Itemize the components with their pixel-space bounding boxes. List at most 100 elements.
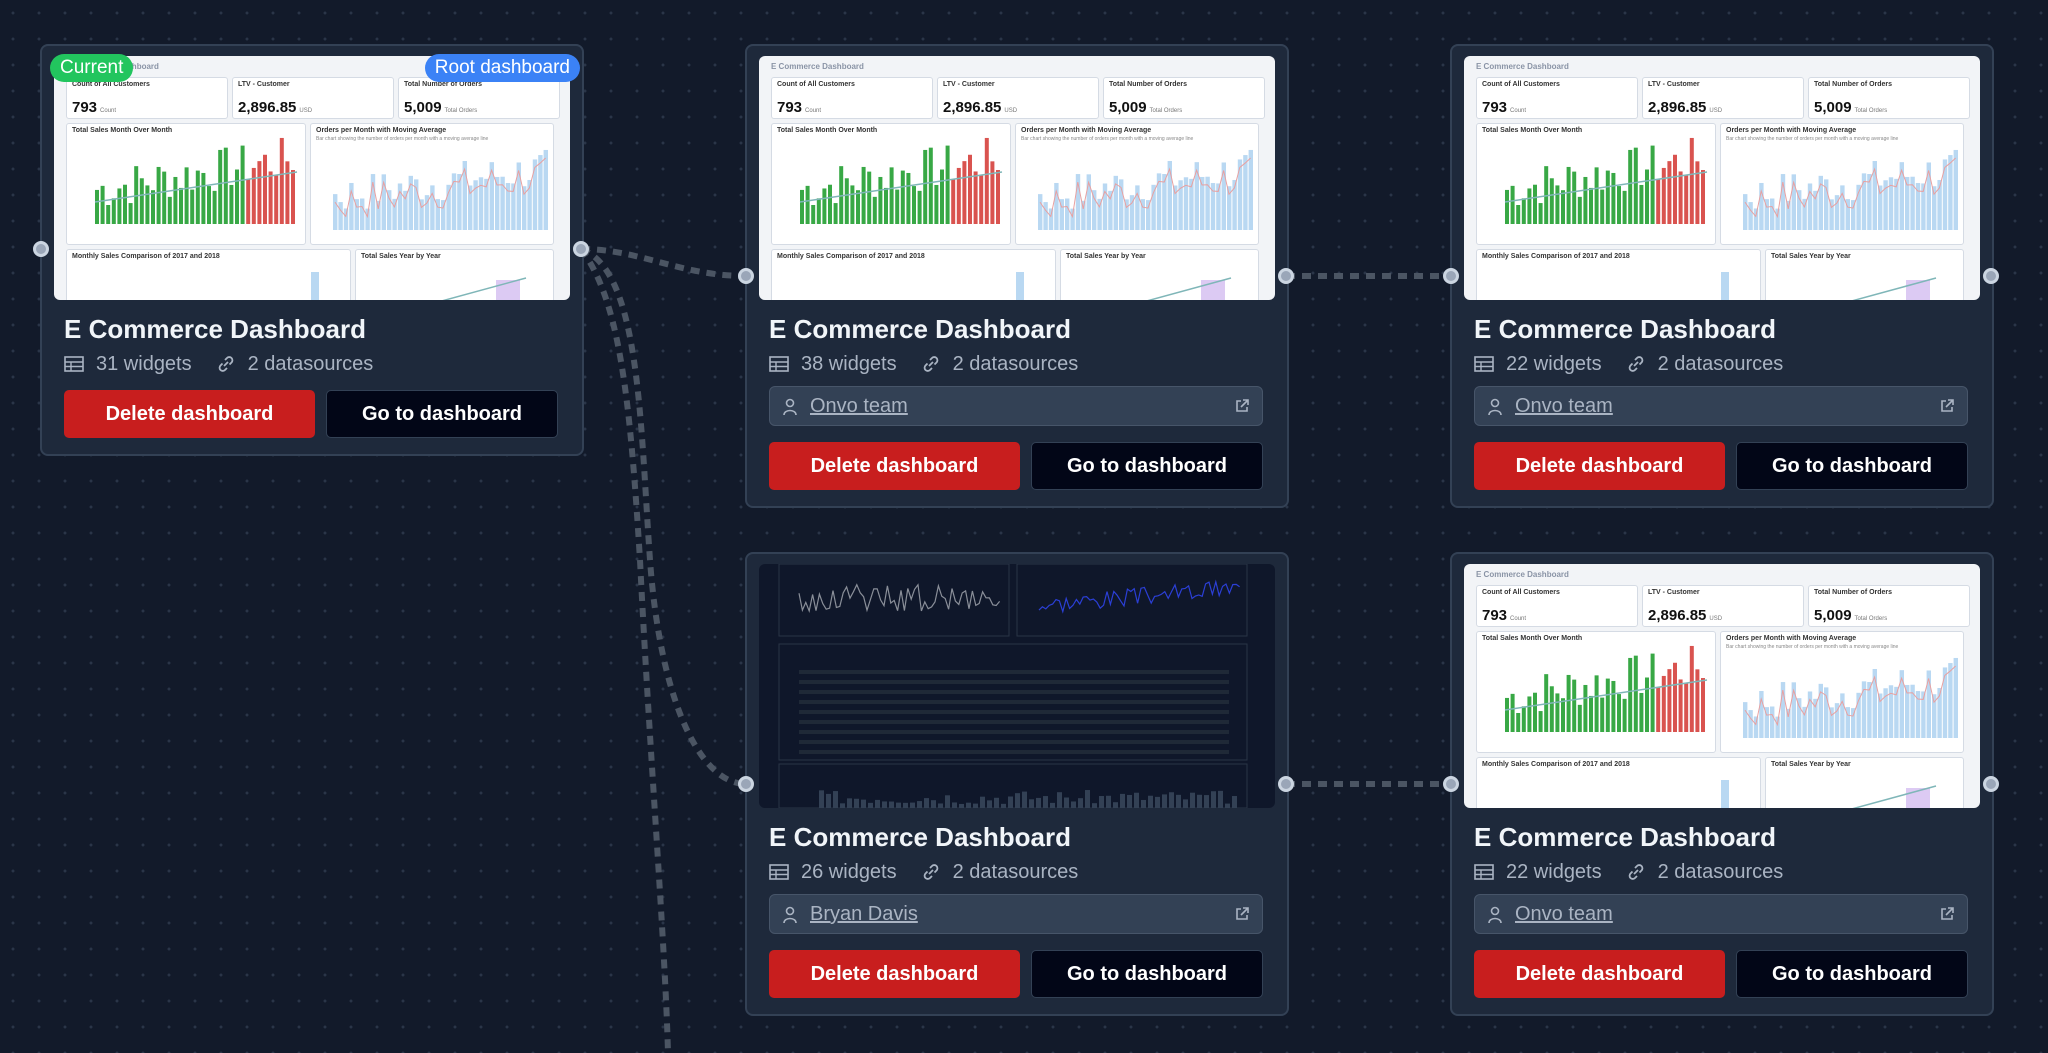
mini-bar xyxy=(1605,678,1610,732)
owner-row[interactable]: Onvo team xyxy=(1474,894,1968,934)
owner-link[interactable]: Onvo team xyxy=(810,395,908,418)
mini-bar xyxy=(1840,693,1845,738)
mini-yearly-chart xyxy=(1147,277,1232,300)
mini-bar xyxy=(167,196,172,224)
mini-bar xyxy=(1743,702,1748,738)
preview-kpi-unit: Total Orders xyxy=(1854,108,1888,114)
preview-kpi-card: LTV - Customer 2,896.85 USD xyxy=(232,77,394,119)
mini-bar xyxy=(952,802,957,808)
preview-kpi-value: 5,009 Total Orders xyxy=(1109,99,1183,116)
mini-bar xyxy=(1583,176,1588,224)
connection-handle-left[interactable] xyxy=(1443,268,1459,284)
connection-handle-right[interactable] xyxy=(1278,776,1294,792)
mini-bar xyxy=(861,166,866,224)
owner-link[interactable]: Bryan Davis xyxy=(810,903,918,926)
preview-kpi-value: 2,896.85 USD xyxy=(1648,607,1723,624)
mini-bar xyxy=(940,169,944,224)
mini-bar xyxy=(1589,187,1593,224)
mini-bar xyxy=(906,172,911,224)
go-to-dashboard-button[interactable]: Go to dashboard xyxy=(1031,442,1263,490)
external-link-icon[interactable] xyxy=(1234,906,1250,922)
external-link-icon[interactable] xyxy=(1939,398,1955,414)
mini-bar xyxy=(1577,704,1582,732)
mini-bar xyxy=(856,190,860,224)
dashboard-preview: E Commerce Dashboard Count of All Custome… xyxy=(1464,564,1980,808)
mini-bar xyxy=(145,185,150,224)
delete-dashboard-button[interactable]: Delete dashboard xyxy=(769,950,1020,998)
preview-kpi-unit: Count xyxy=(1510,616,1527,622)
connection-handle-right[interactable] xyxy=(1983,776,1999,792)
dashboard-card[interactable]: E Commerce Dashboard 26 widgets 2 dataso… xyxy=(745,552,1289,1016)
dashboard-card[interactable]: E Commerce Dashboard Count of All Custome… xyxy=(1450,44,1994,508)
preview-kpi-unit: Count xyxy=(1510,108,1527,114)
mini-bar xyxy=(1078,798,1083,808)
go-to-dashboard-button[interactable]: Go to dashboard xyxy=(1736,950,1968,998)
mini-bar xyxy=(1001,803,1006,808)
mini-bar xyxy=(833,791,838,808)
connection-handle-right[interactable] xyxy=(1983,268,1999,284)
mini-bar xyxy=(1211,791,1216,808)
mini-bar xyxy=(1237,159,1243,230)
delete-dashboard-button[interactable]: Delete dashboard xyxy=(769,442,1020,490)
mini-bar xyxy=(1064,797,1069,808)
connection-handle-right[interactable] xyxy=(1278,268,1294,284)
mini-bar xyxy=(1243,155,1248,230)
connection-handle-left[interactable] xyxy=(738,776,754,792)
dashboard-title: E Commerce Dashboard xyxy=(769,314,1071,344)
preview-kpi-card: Total Number of Orders 5,009 Total Orders xyxy=(398,77,560,119)
go-to-dashboard-button[interactable]: Go to dashboard xyxy=(1031,950,1263,998)
mini-bar xyxy=(822,188,827,224)
owner-link[interactable]: Onvo team xyxy=(1515,903,1613,926)
mini-bar xyxy=(850,185,855,224)
dashboard-card-root[interactable]: E Commerce Dashboard Count of All Custome… xyxy=(40,44,584,456)
connection-handle-left[interactable] xyxy=(738,268,754,284)
go-to-dashboard-button[interactable]: Go to dashboard xyxy=(1736,442,1968,490)
mini-bar xyxy=(1797,698,1802,738)
connection-handle-left[interactable] xyxy=(1443,776,1459,792)
mini-bar xyxy=(1786,708,1791,738)
go-to-dashboard-button[interactable]: Go to dashboard xyxy=(326,390,558,438)
mini-line xyxy=(1038,579,1240,614)
mini-bar xyxy=(917,801,922,808)
owner-row[interactable]: Onvo team xyxy=(1474,386,1968,426)
link-icon xyxy=(1628,864,1643,880)
mini-bar-chart xyxy=(1504,645,1708,732)
dashboard-title: E Commerce Dashboard xyxy=(1474,314,1776,344)
mini-bar xyxy=(1510,185,1515,224)
mini-bar xyxy=(1533,184,1537,224)
preview-kpi-label: Total Number of Orders xyxy=(1814,81,1893,88)
external-link-icon[interactable] xyxy=(1939,906,1955,922)
dashboard-title: E Commerce Dashboard xyxy=(1474,822,1776,852)
mini-bar xyxy=(1510,693,1515,732)
mini-bar xyxy=(1043,202,1048,230)
owner-link[interactable]: Onvo team xyxy=(1515,395,1613,418)
delete-dashboard-button[interactable]: Delete dashboard xyxy=(64,390,315,438)
external-link-icon[interactable] xyxy=(1234,398,1250,414)
preview-kpi-value: 5,009 Total Orders xyxy=(1814,607,1888,624)
dashboard-card[interactable]: E Commerce Dashboard Count of All Custome… xyxy=(745,44,1289,508)
mini-bar xyxy=(1162,794,1167,808)
preview-kpi-card: LTV - Customer 2,896.85 USD xyxy=(1642,585,1804,627)
mini-bar xyxy=(1689,645,1694,732)
mini-bar xyxy=(875,799,880,808)
delete-dashboard-button[interactable]: Delete dashboard xyxy=(1474,442,1725,490)
connection-handle-right[interactable] xyxy=(573,241,589,257)
mini-bar xyxy=(1775,208,1780,230)
preview-kpi-card: Count of All Customers 793 Count xyxy=(771,77,933,119)
mini-bar xyxy=(212,190,217,224)
dashboard-card[interactable]: E Commerce Dashboard Count of All Custome… xyxy=(1450,552,1994,1016)
mini-dark-dashboard xyxy=(778,564,1248,808)
mini-bar xyxy=(1194,162,1199,230)
owner-row[interactable]: Onvo team xyxy=(769,386,1263,426)
mini-bar xyxy=(1639,184,1644,224)
preview-kpi-label: LTV - Customer xyxy=(943,81,995,88)
table-icon xyxy=(64,356,84,372)
mini-bar xyxy=(868,802,873,808)
preview-kpi-unit: USD xyxy=(1709,616,1723,622)
connection-handle-left[interactable] xyxy=(33,241,49,257)
mini-bar xyxy=(980,796,985,808)
delete-dashboard-button[interactable]: Delete dashboard xyxy=(1474,950,1725,998)
owner-row[interactable]: Bryan Davis xyxy=(769,894,1263,934)
user-icon xyxy=(1488,906,1502,924)
mini-bar xyxy=(1639,692,1644,732)
